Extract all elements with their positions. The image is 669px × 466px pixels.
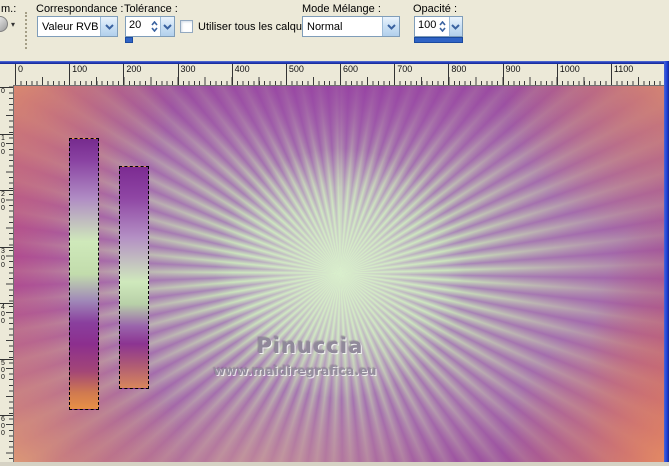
tool-preset-icon[interactable] [0, 16, 8, 32]
h-ruler-label: 0 [15, 64, 23, 85]
spinner-updown-icon[interactable] [437, 17, 449, 36]
v-ruler-label: 100 [0, 134, 13, 156]
image-window-right-border [664, 61, 669, 462]
opacity-value[interactable]: 100 [415, 17, 437, 36]
chevron-down-icon[interactable] [448, 17, 462, 36]
h-ruler-label: 700 [394, 64, 412, 85]
paint-shop-pro-window: m.: ▾ Correspondance : Valeur RVB Toléra… [0, 0, 669, 466]
h-ruler-label: 200 [123, 64, 141, 85]
h-ruler-label: 100 [69, 64, 87, 85]
ruler-corner [0, 64, 13, 85]
vertical-ruler: 0 100 200 300 400 500 600 [0, 85, 13, 462]
correspondance-select[interactable]: Valeur RVB [37, 16, 118, 37]
blend-mode-label: Mode Mélange : [302, 3, 381, 15]
blend-mode-select[interactable]: Normal [302, 16, 400, 37]
tool-options-toolbar: m.: ▾ Correspondance : Valeur RVB Toléra… [0, 0, 669, 61]
v-ruler-label: 200 [0, 190, 13, 212]
h-ruler-label: 800 [448, 64, 466, 85]
use-all-layers-label: Utiliser tous les calques [198, 21, 314, 33]
h-ruler-label: 1000 [556, 64, 580, 85]
selection-bar-2-fill [119, 166, 149, 389]
opacity-slider-track[interactable] [414, 37, 463, 43]
v-ruler-label: 600 [0, 415, 13, 437]
toolbar-separator [25, 12, 27, 49]
tolerance-spinner[interactable]: 20 [125, 16, 175, 37]
spinner-updown-icon[interactable] [148, 17, 160, 36]
chevron-down-icon[interactable] [100, 17, 117, 36]
use-all-layers-checkbox[interactable] [180, 20, 193, 33]
watermark-title: Pinuccia [256, 334, 364, 358]
h-ruler-label: 500 [285, 64, 304, 85]
clipped-left-label: m.: [1, 3, 17, 15]
selection-bar-2[interactable] [119, 166, 149, 389]
correspondance-label: Correspondance : [36, 3, 124, 15]
tolerance-value[interactable]: 20 [126, 17, 148, 36]
h-ruler-label: 400 [231, 64, 250, 85]
correspondance-value: Valeur RVB [42, 20, 99, 33]
opacity-label: Opacité : [413, 3, 458, 15]
h-ruler-label: 600 [340, 64, 358, 85]
bottom-strip [0, 462, 669, 466]
selection-bar-1[interactable] [69, 138, 99, 410]
h-ruler-label: 300 [177, 64, 196, 85]
image-canvas[interactable]: Pinuccia www.maidiregrafica.eu [13, 85, 664, 462]
h-ruler-label: 900 [502, 64, 521, 85]
chevron-down-icon[interactable] [160, 17, 174, 36]
selection-bar-1-fill [69, 138, 99, 410]
blend-mode-value: Normal [307, 20, 343, 33]
v-ruler-label: 300 [0, 246, 13, 269]
v-ruler-label: 0 [0, 87, 13, 95]
horizontal-ruler: 0 100 200 300 400 500 600 700 800 900 1000 1100 [13, 64, 662, 85]
v-ruler-label: 400 [0, 302, 13, 325]
tool-preset-dropdown-icon[interactable]: ▾ [11, 20, 15, 29]
h-ruler-label: 1100 [610, 64, 633, 85]
tolerance-slider-handle[interactable] [125, 37, 133, 43]
watermark-url: www.maidiregrafica.eu [213, 363, 377, 378]
chevron-down-icon[interactable] [382, 17, 399, 36]
opacity-spinner[interactable]: 100 [414, 16, 463, 37]
v-ruler-label: 500 [0, 359, 13, 381]
tolerance-label: Tolérance : [124, 3, 178, 15]
